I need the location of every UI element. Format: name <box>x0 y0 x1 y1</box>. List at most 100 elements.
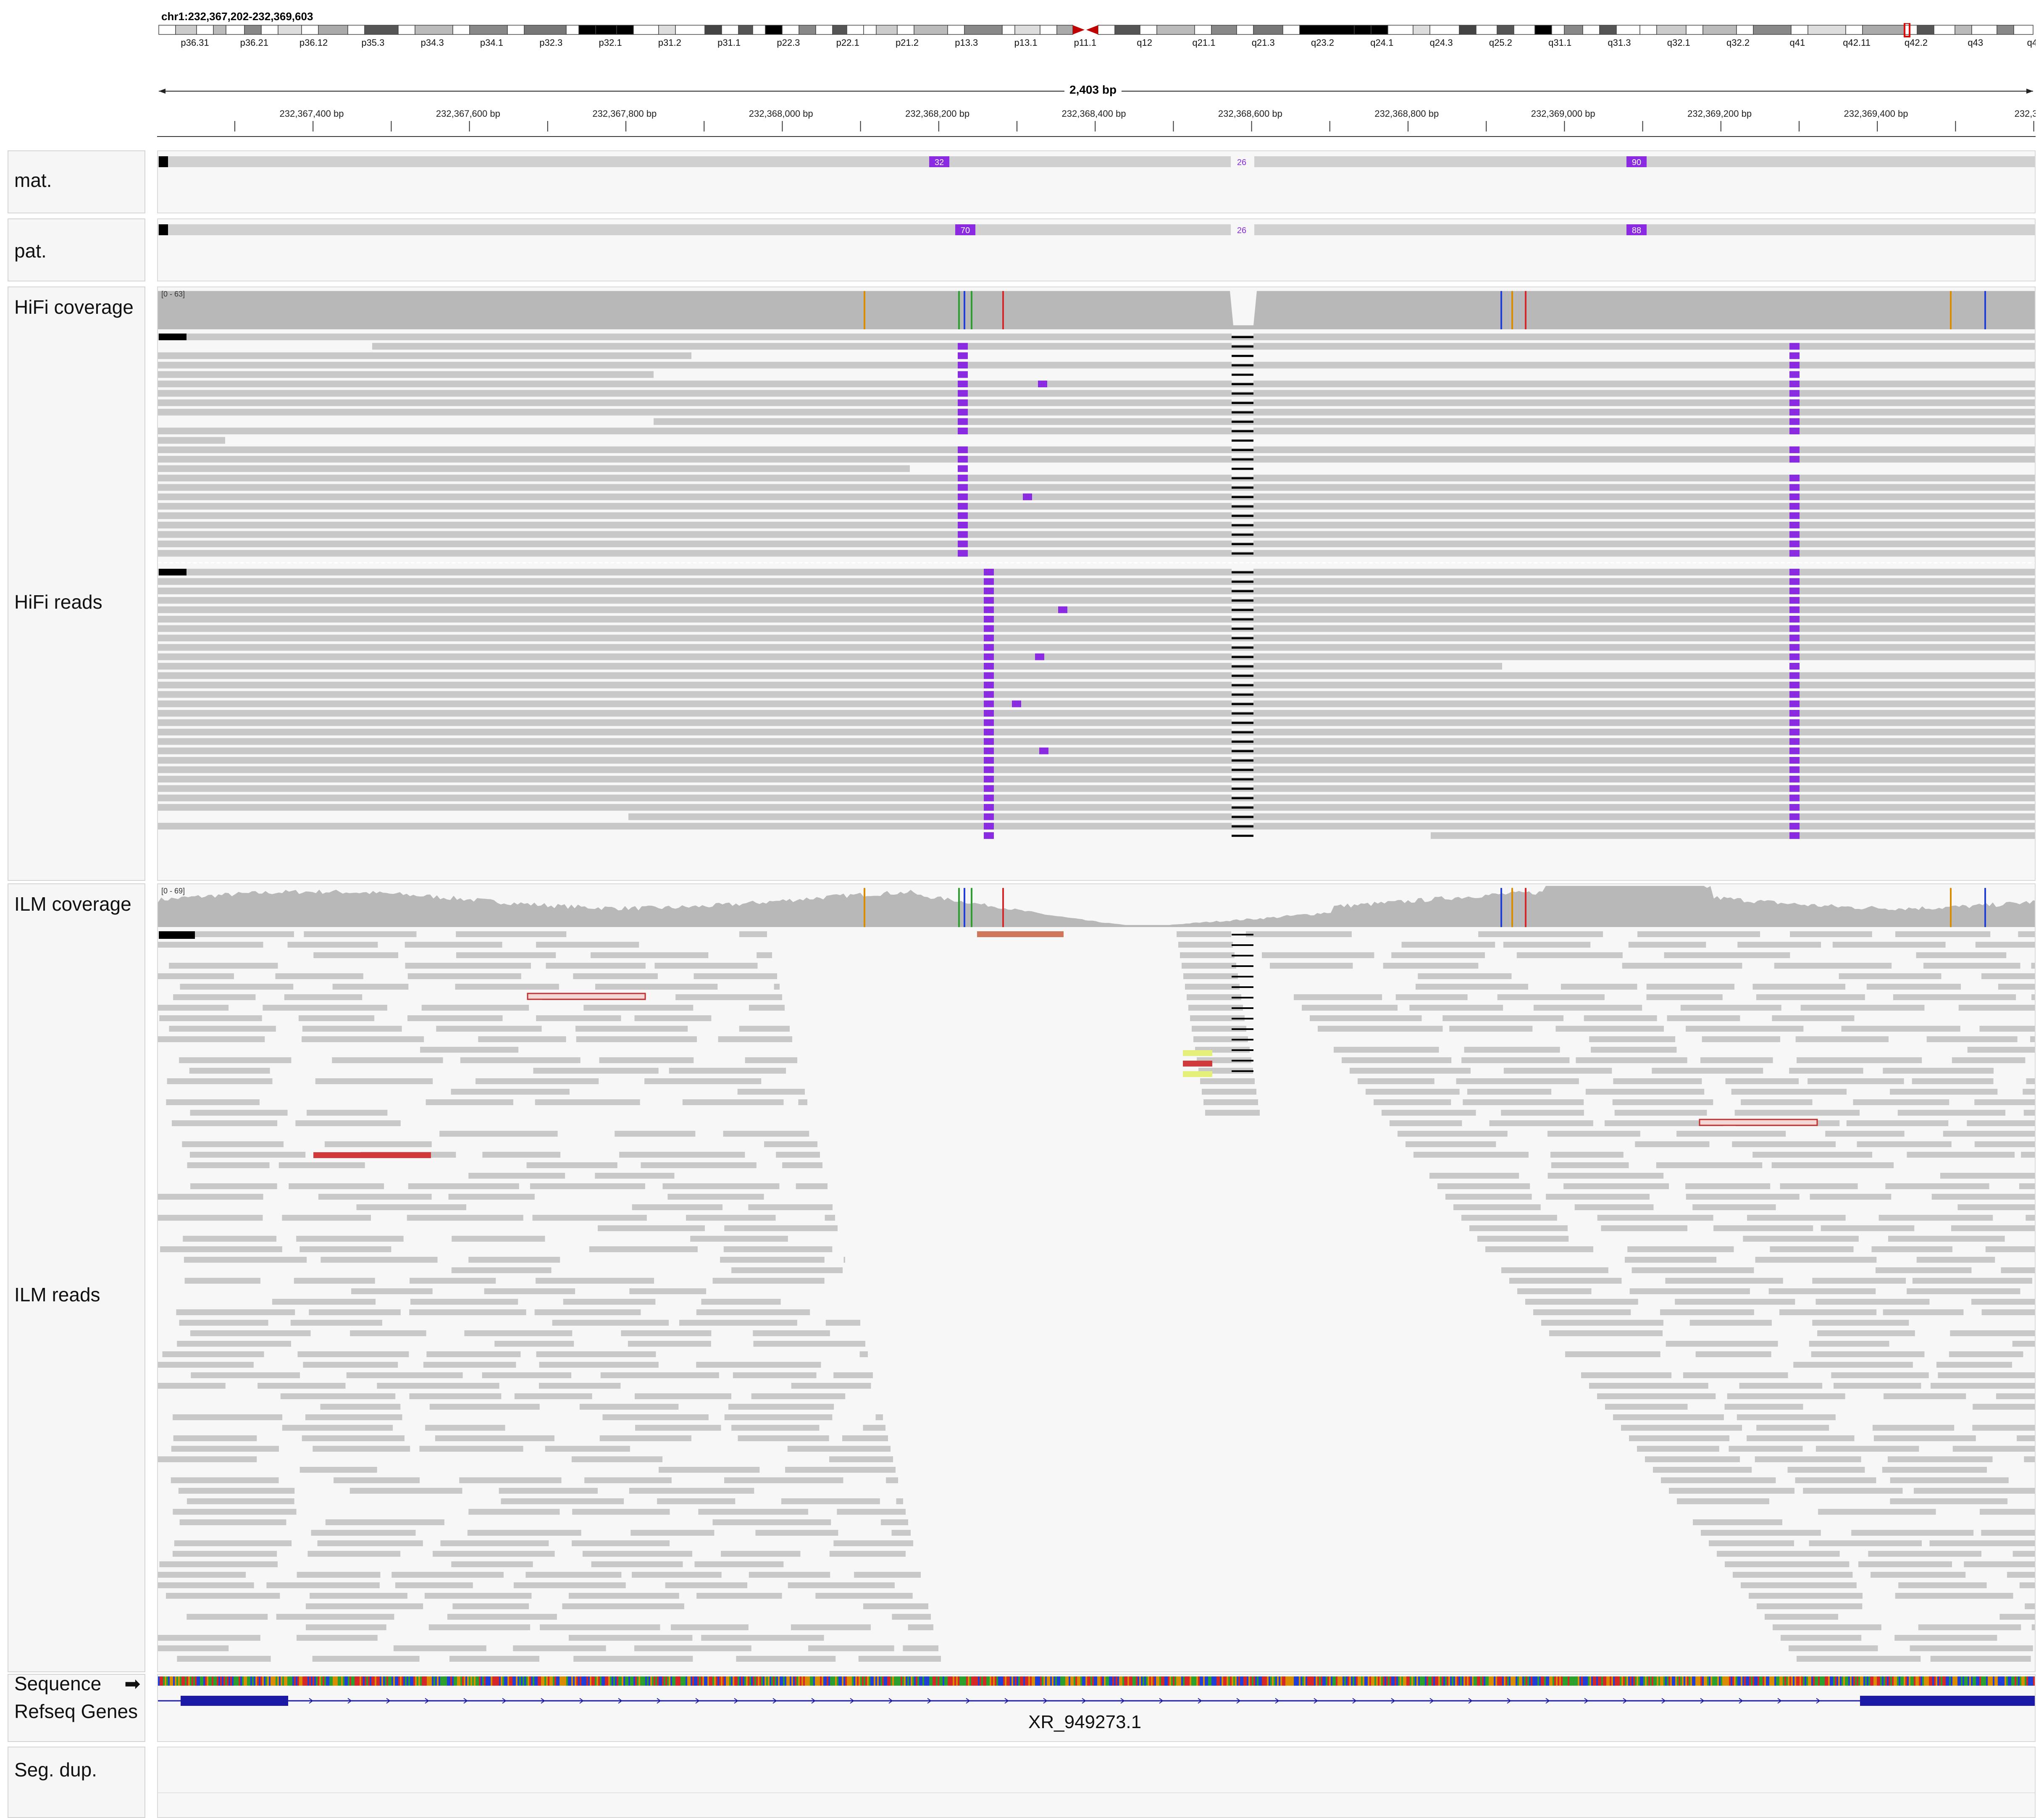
ilm-read <box>1177 931 1231 937</box>
cytoband <box>765 25 783 35</box>
sequence-base <box>323 1676 324 1686</box>
sequence-base <box>628 1676 630 1686</box>
sequence-base <box>1993 1676 1994 1686</box>
cytoband <box>721 25 739 35</box>
ilm-read <box>1943 1131 2035 1137</box>
sequence-base <box>501 1676 502 1686</box>
insertion-marker <box>958 522 968 528</box>
sequence-base <box>1981 1676 1983 1686</box>
ilm-read <box>738 1435 829 1441</box>
sequence-base <box>538 1676 539 1686</box>
ilm-read <box>721 1551 801 1557</box>
sequence-base <box>966 1676 968 1686</box>
sequence-base <box>642 1676 644 1686</box>
sequence-base <box>949 1676 951 1686</box>
sequence-base <box>1670 1676 1672 1686</box>
deletion-mark <box>1232 336 1253 338</box>
sequence-base <box>1203 1676 1205 1686</box>
sequence-base <box>1425 1676 1427 1686</box>
sequence-base <box>543 1676 544 1686</box>
ilm-read <box>158 1383 226 1389</box>
pat-label: pat. <box>14 240 47 262</box>
pat-track[interactable]: 70 26 88 <box>157 218 2036 281</box>
sequence-base <box>706 1676 707 1686</box>
sequence-base <box>1858 1676 1860 1686</box>
insertion-marker <box>984 663 994 670</box>
sequence-base <box>383 1676 385 1686</box>
ilm-coverage-label: ILM coverage <box>14 893 131 915</box>
ilm-read <box>2031 963 2035 969</box>
sequence-base <box>1277 1676 1279 1686</box>
ilm-track[interactable]: [0 - 69] <box>157 883 2036 1672</box>
ilm-read <box>494 1341 574 1347</box>
ilm-read <box>1456 1078 1579 1084</box>
ilm-read <box>1857 1141 1952 1147</box>
cytoband <box>1808 25 1846 35</box>
ilm-read <box>1815 1446 1919 1452</box>
cytoband-label: p22.3 <box>777 37 800 48</box>
mat-track[interactable]: 32 26 90 <box>157 150 2036 213</box>
seq-refseq-track[interactable]: XR_949273.1 <box>157 1674 2036 1742</box>
ilm-read <box>478 1036 566 1042</box>
insertion-marker <box>984 738 994 745</box>
ilm-read <box>1789 1068 1863 1074</box>
insertion-marker <box>1789 531 1800 538</box>
ilm-read <box>1734 1110 1860 1116</box>
sequence-base <box>973 1676 975 1686</box>
ilm-read <box>782 1162 822 1168</box>
hifi-track[interactable]: [0 - 63] <box>157 286 2036 881</box>
sequence-base <box>208 1676 210 1686</box>
sequence-base <box>719 1676 721 1686</box>
sequence-base <box>1904 1676 1905 1686</box>
segdup-track[interactable] <box>157 1747 2036 1818</box>
ilm-read <box>395 1582 473 1588</box>
cytoband <box>278 25 302 35</box>
sequence-base <box>521 1676 523 1686</box>
ilm-read <box>312 1656 420 1662</box>
sequence-base <box>297 1676 299 1686</box>
mismatch-bar <box>1984 291 1986 329</box>
sequence-base <box>260 1676 262 1686</box>
ilm-read <box>1878 1215 1993 1221</box>
sequence-base <box>348 1676 349 1686</box>
sequence-base <box>203 1676 205 1686</box>
sequence-base <box>445 1676 447 1686</box>
sequence-base <box>1032 1676 1033 1686</box>
sequence-base <box>586 1676 588 1686</box>
sequence-base <box>1232 1676 1233 1686</box>
sequence-base <box>1055 1676 1057 1686</box>
chromosome-ideogram[interactable]: p36.31 p36.21 p36.12 p35.3 p34.3 p34.1 p32.3 p3… <box>157 23 2036 74</box>
ilm-read <box>534 1309 641 1315</box>
sequence-base <box>1319 1676 1321 1686</box>
sequence-base <box>1737 1676 1739 1686</box>
sequence-base <box>215 1676 217 1686</box>
deletion-mark <box>1232 402 1253 404</box>
gene-name[interactable]: XR_949273.1 <box>1028 1712 1141 1733</box>
insertion-marker <box>984 644 994 651</box>
ilm-read <box>435 1435 554 1441</box>
sequence-base <box>1873 1676 1875 1686</box>
ilm-read <box>1952 1057 2026 1063</box>
sequence-base <box>1689 1676 1690 1686</box>
deletion-mark <box>1232 976 1253 977</box>
sequence-base <box>768 1676 770 1686</box>
sequence-base <box>588 1676 590 1686</box>
strand-arrow-icon[interactable]: ➡ <box>124 1672 141 1695</box>
ilm-read <box>562 1603 684 1609</box>
deletion-mark <box>1232 411 1253 414</box>
ilm-read <box>1817 1330 1915 1336</box>
ilm-read <box>634 1645 751 1651</box>
sequence-base <box>1344 1676 1346 1686</box>
ilm-read <box>753 1330 830 1336</box>
ilm-read <box>1795 1477 1876 1483</box>
insertion-marker <box>984 794 994 801</box>
sequence-base <box>1193 1676 1195 1686</box>
sequence-base <box>1470 1676 1472 1686</box>
sequence-base <box>1428 1676 1430 1686</box>
sequence-base <box>1603 1676 1605 1686</box>
sequence-base <box>1702 1676 1704 1686</box>
sequence-base <box>432 1676 433 1686</box>
deletion-gap <box>1232 390 1253 392</box>
sequence-base <box>785 1676 786 1686</box>
ruler-tick-label: 232,369, <box>2015 108 2036 119</box>
